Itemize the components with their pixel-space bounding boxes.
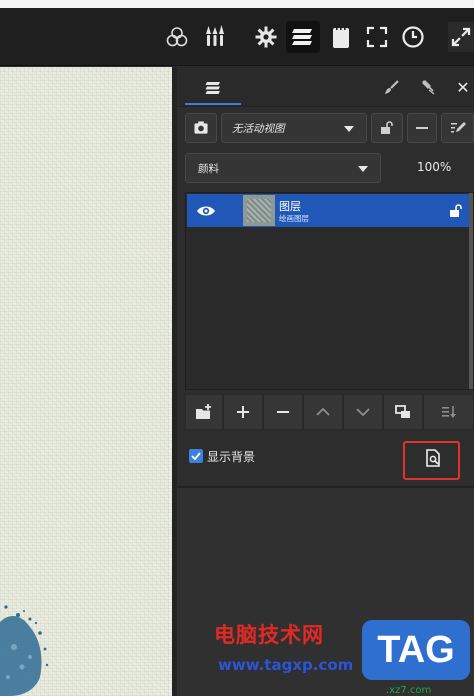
color-wheel-icon[interactable] <box>162 22 192 52</box>
snapshot-button[interactable] <box>185 113 217 143</box>
remove-view-button[interactable] <box>407 113 437 143</box>
watermark-title: 电脑技术网 <box>214 623 324 647</box>
chevron-down-icon <box>356 408 370 416</box>
layers-icon[interactable] <box>286 21 320 53</box>
layer-type: 绘画图层 <box>279 214 309 223</box>
camera-icon <box>194 121 208 134</box>
minus-icon <box>416 127 428 129</box>
notepad-icon[interactable] <box>326 22 356 52</box>
brushes-icon[interactable] <box>200 22 230 52</box>
show-background-toggle[interactable]: 显示背景 <box>189 447 255 465</box>
move-down-button[interactable] <box>343 394 383 430</box>
new-document-icon[interactable] <box>426 449 440 467</box>
new-group-button[interactable] <box>185 394 223 430</box>
fullscreen-icon[interactable] <box>362 22 392 52</box>
layers-panel: ✕ 无活动视图 颜料 100% 图层 绘画图层 显示背景 <box>177 67 474 696</box>
lock-view-button[interactable] <box>371 113 403 143</box>
watermark: 电脑技术网 www.tagxp.com TAG .xz7.com <box>210 612 474 696</box>
layer-row[interactable]: 图层 绘画图层 <box>187 194 471 227</box>
opacity-value[interactable]: 100% <box>417 160 451 174</box>
panel-header: ✕ <box>177 67 474 107</box>
layers-list: 图层 绘画图层 <box>185 192 474 390</box>
watermark-small: .xz7.com <box>386 685 432 696</box>
blend-mode-value: 颜料 <box>198 162 219 175</box>
add-layer-button[interactable] <box>223 394 263 430</box>
layers-scrollbar[interactable] <box>469 193 473 389</box>
main-toolbar <box>0 8 474 66</box>
show-background-label: 显示背景 <box>207 449 256 464</box>
merge-layer-button[interactable] <box>383 394 423 430</box>
chevron-up-icon <box>316 408 330 416</box>
watermark-url: www.tagxp.com <box>218 656 354 674</box>
merge-icon <box>395 405 410 418</box>
edit-list-icon <box>450 122 466 133</box>
watermark-tag-logo: TAG <box>362 620 470 680</box>
sort-layers-button[interactable] <box>423 394 474 430</box>
edit-view-button[interactable] <box>441 113 474 143</box>
clock-icon[interactable] <box>398 22 428 52</box>
layer-thumbnail <box>243 195 275 226</box>
layers-tab-icon <box>205 82 220 94</box>
layer-name: 图层 <box>279 200 301 213</box>
plus-icon <box>237 406 249 418</box>
sort-icon <box>441 406 456 418</box>
brush-tool-icon[interactable] <box>382 77 402 97</box>
view-select[interactable]: 无活动视图 <box>221 113 367 143</box>
paper-canvas[interactable] <box>0 67 172 696</box>
view-select-value: 无活动视图 <box>232 122 285 135</box>
title-strip <box>0 0 474 8</box>
paint-stroke <box>0 605 49 696</box>
show-background-checkbox[interactable] <box>189 449 203 463</box>
delete-layer-button[interactable] <box>263 394 303 430</box>
pin-icon[interactable] <box>418 77 438 97</box>
move-up-button[interactable] <box>303 394 343 430</box>
layer-toolbar <box>185 394 474 430</box>
chevron-down-icon <box>344 126 354 132</box>
unlock-icon <box>381 121 393 134</box>
chevron-down-icon <box>358 166 368 172</box>
unlock-icon[interactable] <box>449 204 463 218</box>
check-icon <box>191 452 201 460</box>
expand-icon[interactable] <box>448 22 474 52</box>
eye-icon[interactable] <box>196 204 216 218</box>
minus-icon <box>277 411 289 413</box>
close-icon[interactable]: ✕ <box>453 77 473 97</box>
settings-icon[interactable] <box>251 22 281 52</box>
app-window: ✕ 无活动视图 颜料 100% 图层 绘画图层 显示背景 电脑技术网 www.t… <box>0 0 474 696</box>
blend-mode-select[interactable]: 颜料 <box>185 153 381 183</box>
folder-add-icon <box>196 404 211 419</box>
tab-layers[interactable] <box>185 73 241 105</box>
